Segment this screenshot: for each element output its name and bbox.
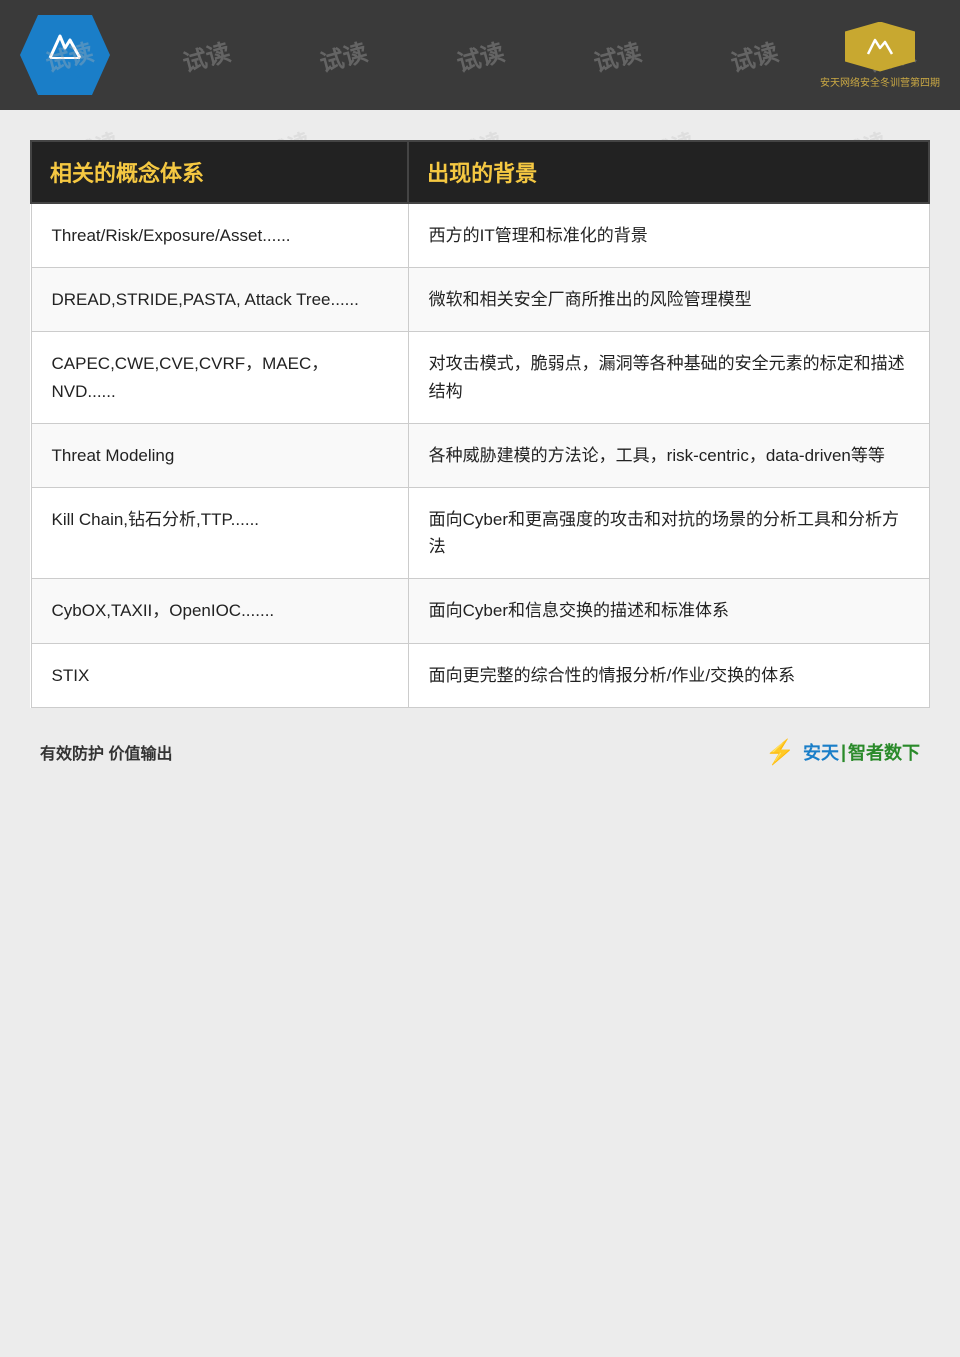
table-cell-background: 微软和相关安全厂商所推出的风险管理模型 bbox=[408, 268, 929, 332]
table-cell-concept: Threat/Risk/Exposure/Asset...... bbox=[31, 203, 408, 268]
col2-header: 出现的背景 bbox=[408, 141, 929, 203]
footer-slogan: 有效防护 价值输出 bbox=[40, 740, 172, 764]
footer-lightning-icon: ⚡ bbox=[765, 738, 795, 767]
col1-header: 相关的概念体系 bbox=[31, 141, 408, 203]
table-cell-concept: CAPEC,CWE,CVE,CVRF，MAEC，NVD...... bbox=[31, 332, 408, 423]
table-cell-background: 面向Cyber和信息交换的描述和标准体系 bbox=[408, 579, 929, 643]
table-cell-background: 对攻击模式，脆弱点，漏洞等各种基础的安全元素的标定和描述结构 bbox=[408, 332, 929, 423]
table-header-row: 相关的概念体系 出现的背景 bbox=[31, 141, 929, 203]
header: ANTIY 试读 试读 试读 试读 试读 试读 试读 安天网络安全冬训营第四期 bbox=[0, 0, 960, 110]
table-row: CybOX,TAXII，OpenIOC.......面向Cyber和信息交换的描… bbox=[31, 579, 929, 643]
table-cell-concept: DREAD,STRIDE,PASTA, Attack Tree...... bbox=[31, 268, 408, 332]
header-right-logo: 安天网络安全冬训营第四期 bbox=[820, 22, 940, 89]
logo-icon bbox=[45, 26, 85, 66]
table-cell-background: 面向Cyber和更高强度的攻击和对抗的场景的分析工具和分析方法 bbox=[408, 487, 929, 578]
table-cell-concept: STIX bbox=[31, 643, 408, 707]
table-row: CAPEC,CWE,CVE,CVRF，MAEC，NVD......对攻击模式，脆… bbox=[31, 332, 929, 423]
table-row: Threat Modeling各种威胁建模的方法论，工具，risk-centri… bbox=[31, 423, 929, 487]
antiy-label: ANTIY bbox=[45, 73, 85, 85]
table-cell-background: 西方的IT管理和标准化的背景 bbox=[408, 203, 929, 268]
main-content: 试读 试读 试读 试读 试读 试读 试读 试读 试读 试读 试读 试读 试读 试… bbox=[0, 110, 960, 1357]
footer-slogan-text: 智者数下 bbox=[848, 739, 920, 765]
concept-table: 相关的概念体系 出现的背景 Threat/Risk/Exposure/Asset… bbox=[30, 140, 930, 708]
table-row: Kill Chain,钻石分析,TTP......面向Cyber和更高强度的攻击… bbox=[31, 487, 929, 578]
footer-antiy-name: 安天 bbox=[803, 739, 839, 765]
table-cell-concept: Kill Chain,钻石分析,TTP...... bbox=[31, 487, 408, 578]
antiy-logo: ANTIY bbox=[20, 15, 110, 95]
table-row: STIX面向更完整的综合性的情报分析/作业/交换的体系 bbox=[31, 643, 929, 707]
table-row: DREAD,STRIDE,PASTA, Attack Tree......微软和… bbox=[31, 268, 929, 332]
header-watermark: 试读 试读 试读 试读 试读 试读 试读 bbox=[0, 0, 960, 110]
table-row: Threat/Risk/Exposure/Asset......西方的IT管理和… bbox=[31, 203, 929, 268]
badge-icon bbox=[845, 22, 915, 72]
table-cell-background: 面向更完整的综合性的情报分析/作业/交换的体系 bbox=[408, 643, 929, 707]
footer: 有效防护 价值输出 ⚡ 安天 | 智者数下 bbox=[30, 718, 930, 777]
badge-label: 安天网络安全冬训营第四期 bbox=[820, 74, 940, 89]
table-cell-concept: CybOX,TAXII，OpenIOC....... bbox=[31, 579, 408, 643]
footer-divider: | bbox=[841, 742, 846, 763]
table-cell-concept: Threat Modeling bbox=[31, 423, 408, 487]
badge-svg bbox=[865, 32, 895, 62]
table-cell-background: 各种威胁建模的方法论，工具，risk-centric，data-driven等等 bbox=[408, 423, 929, 487]
footer-brand: 安天 | 智者数下 bbox=[803, 739, 920, 765]
footer-logo-area: ⚡ 安天 | 智者数下 bbox=[765, 738, 920, 767]
